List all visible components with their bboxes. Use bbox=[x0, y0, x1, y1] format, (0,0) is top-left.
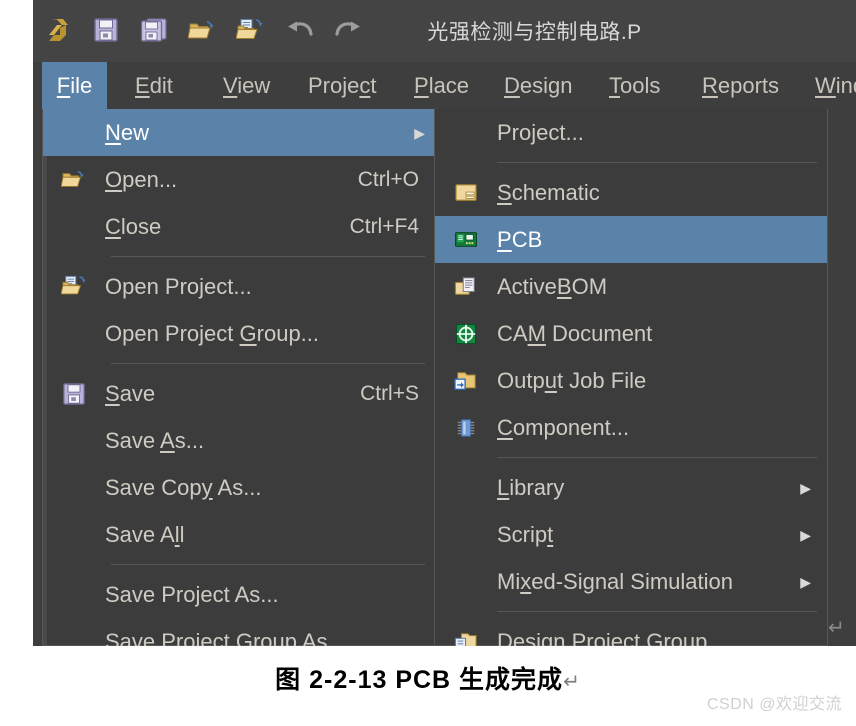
menu-item-label: ActiveBOM bbox=[497, 273, 608, 299]
menu-item-label: Save All bbox=[105, 521, 185, 547]
open-folder-icon bbox=[43, 169, 105, 191]
altium-main-window: 光强检测与控制电路.P File Edit View Project Place… bbox=[33, 0, 856, 646]
menu-item-label: Save Copy As... bbox=[105, 474, 262, 500]
menu-item-save-project-as[interactable]: Save Project As... bbox=[43, 571, 441, 618]
menu-item-label: Save Project Group As... bbox=[105, 628, 346, 647]
watermark: CSDN @欢迎交流 bbox=[706, 696, 842, 713]
menubar-item-place[interactable]: Place bbox=[404, 62, 479, 109]
menu-separator bbox=[497, 162, 817, 163]
submenu-item-mixed-signal-simulation[interactable]: Mixed-Signal Simulation ▶ bbox=[435, 558, 827, 605]
menu-item-open-project[interactable]: Open Project... bbox=[43, 263, 441, 310]
file-dropdown-menu: New ▶ Open... Ctrl+O Close Ctrl+F4 Open … bbox=[42, 109, 442, 646]
submenu-item-cam-document[interactable]: CAM Document bbox=[435, 310, 827, 357]
menu-item-label: Mixed-Signal Simulation bbox=[497, 568, 733, 594]
menu-item-accelerator: Ctrl+F4 bbox=[349, 214, 419, 238]
menu-item-label: Close bbox=[105, 213, 162, 239]
menu-item-close[interactable]: Close Ctrl+F4 bbox=[43, 203, 441, 250]
menu-item-label: CAM Document bbox=[497, 320, 653, 346]
menu-item-label: Save As... bbox=[105, 427, 205, 453]
menu-separator bbox=[497, 611, 817, 612]
menu-item-label: Open Project... bbox=[105, 273, 252, 299]
schematic-icon bbox=[435, 183, 497, 203]
menubar-item-reports[interactable]: Reports bbox=[692, 62, 789, 109]
new-submenu: Project... Schematic PCB ActiveBOM CAM D… bbox=[434, 109, 828, 646]
menu-item-label: New bbox=[105, 119, 150, 145]
menu-item-label: Project... bbox=[497, 119, 584, 145]
menu-item-save-copy-as[interactable]: Save Copy As... bbox=[43, 464, 441, 511]
submenu-item-pcb[interactable]: PCB bbox=[435, 216, 827, 263]
paragraph-mark-window: ↵ bbox=[828, 617, 845, 639]
menu-item-save-as[interactable]: Save As... bbox=[43, 417, 441, 464]
menu-item-label: Open... bbox=[105, 166, 178, 192]
submenu-item-project[interactable]: Project... bbox=[435, 109, 827, 156]
menu-item-label: Save Project As... bbox=[105, 581, 279, 607]
chevron-right-icon: ▶ bbox=[800, 526, 811, 543]
submenu-item-activebom[interactable]: ActiveBOM bbox=[435, 263, 827, 310]
menubar-item-view[interactable]: View bbox=[213, 62, 280, 109]
menu-item-save[interactable]: Save Ctrl+S bbox=[43, 370, 441, 417]
menu-item-label: Component... bbox=[497, 414, 630, 440]
activebom-icon bbox=[435, 276, 497, 298]
submenu-item-output-job-file[interactable]: Output Job File bbox=[435, 357, 827, 404]
menu-item-save-project-group-as[interactable]: Save Project Group As... bbox=[43, 618, 441, 647]
menu-separator bbox=[497, 457, 817, 458]
menu-separator bbox=[111, 564, 425, 565]
menu-bar: File Edit View Project Place Design Tool… bbox=[33, 62, 856, 109]
submenu-item-design-project-group[interactable]: Design Project Group bbox=[435, 618, 827, 646]
menu-item-new[interactable]: New ▶ bbox=[43, 109, 441, 156]
submenu-item-library[interactable]: Library ▶ bbox=[435, 464, 827, 511]
menu-item-open[interactable]: Open... Ctrl+O bbox=[43, 156, 441, 203]
menu-item-accelerator: Ctrl+O bbox=[357, 167, 419, 191]
menubar-item-project[interactable]: Project bbox=[298, 62, 386, 109]
menu-item-label: Output Job File bbox=[497, 367, 647, 393]
menu-separator bbox=[111, 363, 425, 364]
chevron-right-icon: ▶ bbox=[800, 573, 811, 590]
open-project-icon bbox=[43, 275, 105, 299]
save-icon bbox=[43, 382, 105, 406]
component-icon bbox=[435, 417, 497, 439]
document-title: 光强检测与控制电路.P bbox=[427, 21, 642, 44]
menu-item-label: Save bbox=[105, 380, 156, 406]
menu-item-label: Script bbox=[497, 521, 554, 547]
submenu-item-schematic[interactable]: Schematic bbox=[435, 169, 827, 216]
menubar-item-window[interactable]: Wind bbox=[805, 62, 856, 109]
menu-item-label: Design Project Group bbox=[497, 628, 708, 647]
pcb-icon bbox=[435, 230, 497, 250]
menu-item-save-all[interactable]: Save All bbox=[43, 511, 441, 558]
menu-separator bbox=[111, 256, 425, 257]
menu-item-label: Schematic bbox=[497, 179, 600, 205]
chevron-right-icon: ▶ bbox=[800, 479, 811, 496]
output-job-icon bbox=[435, 370, 497, 392]
design-project-group-icon bbox=[435, 631, 497, 646]
cam-document-icon bbox=[435, 323, 497, 345]
menu-item-accelerator: Ctrl+S bbox=[360, 381, 419, 405]
menu-item-open-project-group[interactable]: Open Project Group... bbox=[43, 310, 441, 357]
pilcrow-mark: ↵ bbox=[563, 671, 581, 693]
figure-caption-text: 图 2-2-13 PCB 生成完成 bbox=[275, 666, 564, 694]
toolbar: 光强检测与控制电路.P bbox=[33, 0, 856, 63]
menubar-item-edit[interactable]: Edit bbox=[125, 62, 183, 109]
menubar-item-tools[interactable]: Tools bbox=[599, 62, 670, 109]
menubar-item-design[interactable]: Design bbox=[494, 62, 582, 109]
menu-item-label: Library bbox=[497, 474, 565, 500]
menu-item-label: PCB bbox=[497, 226, 543, 252]
submenu-item-component[interactable]: Component... bbox=[435, 404, 827, 451]
menu-item-label: Open Project Group... bbox=[105, 320, 320, 346]
menubar-item-file[interactable]: File bbox=[42, 62, 107, 109]
submenu-item-script[interactable]: Script ▶ bbox=[435, 511, 827, 558]
